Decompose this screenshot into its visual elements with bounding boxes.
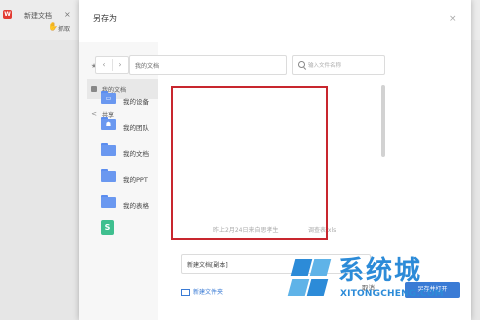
- navigation-buttons: ‹ ›: [95, 56, 129, 74]
- watermark-text: 系统城: [338, 256, 423, 286]
- folder-icon: [101, 169, 116, 182]
- app-title: 新建文档: [24, 12, 52, 20]
- app-tab-close-icon[interactable]: ×: [64, 10, 71, 19]
- path-text: 我的文档: [135, 63, 160, 70]
- dialog-title: 另存为: [93, 14, 117, 23]
- highlight-box: [171, 86, 328, 240]
- spreadsheet-icon: S: [101, 220, 114, 235]
- folder-icon: [101, 143, 116, 156]
- new-folder-label: 新建文件夹: [193, 289, 224, 296]
- list-item-label: 我的PPT: [123, 176, 148, 184]
- watermark-subtext: XITONGCHENG.COM: [340, 289, 444, 299]
- hand-tool-label[interactable]: 抓取: [58, 24, 70, 33]
- folder-icon: [101, 195, 116, 208]
- search-placeholder: 输入文件名称: [308, 63, 342, 69]
- scrollbar-thumb[interactable]: [381, 85, 385, 157]
- device-folder-icon: ▭: [101, 91, 116, 104]
- list-item-label: 我的表格: [123, 202, 149, 210]
- search-icon: [298, 61, 305, 68]
- search-input[interactable]: 输入文件名称: [292, 55, 385, 75]
- new-folder-link[interactable]: 新建文件夹: [181, 287, 223, 296]
- forward-button[interactable]: ›: [112, 57, 128, 73]
- filename-value: 新建文档[副本]: [187, 262, 228, 269]
- app-logo-icon: W: [3, 10, 12, 19]
- new-folder-icon: [181, 289, 190, 296]
- path-breadcrumb[interactable]: 我的文档: [129, 55, 287, 75]
- hand-tool-icon[interactable]: ✋: [48, 22, 58, 31]
- list-item-label: 我的团队: [123, 124, 149, 132]
- list-item-label: 我的文档: [123, 150, 149, 158]
- dialog-close-icon[interactable]: ×: [449, 15, 457, 24]
- watermark-logo-icon: [287, 259, 332, 299]
- team-folder-icon: ☗: [101, 117, 116, 130]
- list-item-label: 我的设备: [123, 98, 149, 106]
- back-button[interactable]: ‹: [96, 57, 112, 73]
